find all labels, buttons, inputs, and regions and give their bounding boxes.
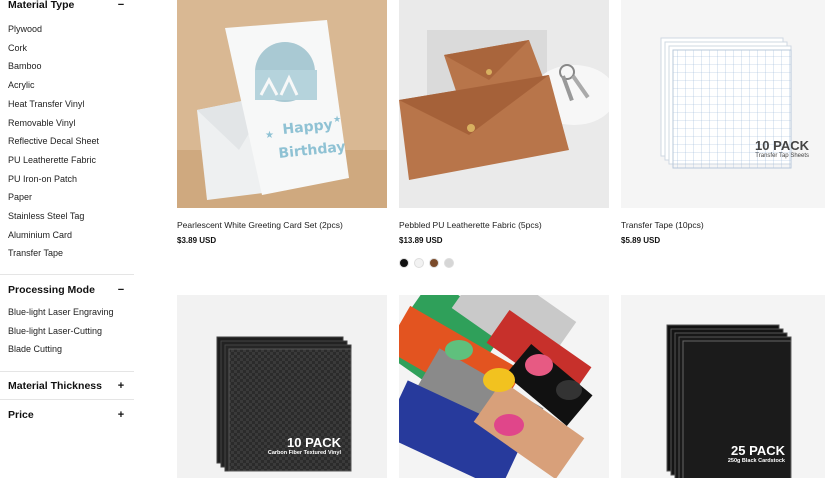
product-name[interactable]: Pearlescent White Greeting Card Set (2pc… <box>177 220 387 230</box>
pack-label: 10 PACK Transfer Tap Sheets <box>755 138 809 159</box>
pack-description: Transfer Tap Sheets <box>755 153 809 159</box>
vinyl-rolls-image <box>399 295 609 478</box>
product-image[interactable] <box>399 0 609 208</box>
color-swatches <box>399 258 609 268</box>
product-price: $5.89 USD <box>621 236 661 245</box>
filter-option[interactable]: Transfer Tape <box>8 244 134 263</box>
filter-group-material-thickness: Material Thickness + <box>0 372 134 400</box>
product-card[interactable]: 25 PACK 250g Black Cardstock <box>621 295 825 478</box>
svg-text:★: ★ <box>333 114 341 124</box>
pack-count: 10 PACK <box>755 138 809 153</box>
filter-option[interactable]: Blue-light Laser Engraving <box>8 303 134 322</box>
product-card[interactable]: Happy Birthday ★ ★ Pearlescent White Gre… <box>177 0 387 245</box>
svg-text:★: ★ <box>265 130 274 141</box>
greeting-card-image: Happy Birthday ★ ★ <box>177 0 387 208</box>
filter-option[interactable]: Cork <box>8 39 134 58</box>
filter-group-processing-mode: Processing Mode − Blue-light Laser Engra… <box>0 275 134 372</box>
filter-option[interactable]: Plywood <box>8 20 134 39</box>
product-card[interactable]: 10 PACK Transfer Tap Sheets Transfer Tap… <box>621 0 825 245</box>
expand-icon[interactable]: + <box>116 409 126 421</box>
filter-header-processing-mode[interactable]: Processing Mode − <box>0 281 134 299</box>
pack-count: 10 PACK <box>287 435 341 450</box>
transfer-tape-image <box>621 0 825 208</box>
collapse-icon[interactable]: − <box>116 284 126 296</box>
filter-list: Plywood Cork Bamboo Acrylic Heat Transfe… <box>0 18 134 269</box>
filter-option[interactable]: Heat Transfer Vinyl <box>8 95 134 114</box>
filter-header-material-thickness[interactable]: Material Thickness + <box>0 377 134 395</box>
filter-header-material-type[interactable]: Material Type − <box>0 0 134 14</box>
filter-group-material-type: Material Type − Plywood Cork Bamboo Acry… <box>0 0 134 275</box>
product-image[interactable]: 25 PACK 250g Black Cardstock <box>621 295 825 478</box>
filter-option[interactable]: Reflective Decal Sheet <box>8 132 134 151</box>
filter-option[interactable]: Paper <box>8 188 134 207</box>
filter-title: Price <box>8 409 34 421</box>
filter-header-price[interactable]: Price + <box>0 406 134 424</box>
filter-option[interactable]: Blue-light Laser-Cutting <box>8 322 134 341</box>
filter-title: Material Type <box>8 0 75 11</box>
product-image[interactable]: 10 PACK Transfer Tap Sheets <box>621 0 825 208</box>
product-name[interactable]: Transfer Tape (10pcs) <box>621 220 825 230</box>
filter-option[interactable]: Acrylic <box>8 76 134 95</box>
product-price: $13.89 USD <box>399 236 443 245</box>
pack-label: 10 PACK Carbon Fiber Textured Vinyl <box>268 435 341 456</box>
black-cardstock-image <box>621 295 825 478</box>
product-image[interactable]: 10 PACK Carbon Fiber Textured Vinyl <box>177 295 387 478</box>
color-swatch-brown[interactable] <box>429 258 439 268</box>
filter-option[interactable]: Bamboo <box>8 57 134 76</box>
product-name[interactable]: Pebbled PU Leatherette Fabric (5pcs) <box>399 220 609 230</box>
color-swatch-grey[interactable] <box>444 258 454 268</box>
filter-option[interactable]: Blade Cutting <box>8 340 134 359</box>
color-swatch-white[interactable] <box>414 258 424 268</box>
filter-list: Blue-light Laser Engraving Blue-light La… <box>0 299 134 365</box>
filter-option[interactable]: PU Leatherette Fabric <box>8 151 134 170</box>
filter-option[interactable]: Removable Vinyl <box>8 114 134 133</box>
pack-description: Carbon Fiber Textured Vinyl <box>267 450 341 456</box>
pack-count: 25 PACK <box>731 443 785 458</box>
product-card[interactable]: Pebbled PU Leatherette Fabric (5pcs) $13… <box>399 0 609 268</box>
leather-pouch-image <box>399 0 609 208</box>
pack-label: 25 PACK 250g Black Cardstock <box>728 443 785 464</box>
pack-description: 250g Black Cardstock <box>727 458 785 464</box>
collapse-icon[interactable]: − <box>116 0 126 11</box>
filter-option[interactable]: PU Iron-on Patch <box>8 170 134 189</box>
filter-title: Material Thickness <box>8 380 102 392</box>
color-swatch-black[interactable] <box>399 258 409 268</box>
filter-group-price: Price + <box>0 400 134 430</box>
product-image[interactable] <box>399 295 609 478</box>
product-card[interactable]: 10 PACK Carbon Fiber Textured Vinyl <box>177 295 387 478</box>
filter-title: Processing Mode <box>8 284 95 296</box>
product-price: $3.89 USD <box>177 236 217 245</box>
expand-icon[interactable]: + <box>116 380 126 392</box>
filter-option[interactable]: Aluminium Card <box>8 226 134 245</box>
filter-sidebar: Material Type − Plywood Cork Bamboo Acry… <box>0 0 134 430</box>
filter-option[interactable]: Stainless Steel Tag <box>8 207 134 226</box>
product-image[interactable]: Happy Birthday ★ ★ <box>177 0 387 208</box>
product-card[interactable] <box>399 295 609 478</box>
